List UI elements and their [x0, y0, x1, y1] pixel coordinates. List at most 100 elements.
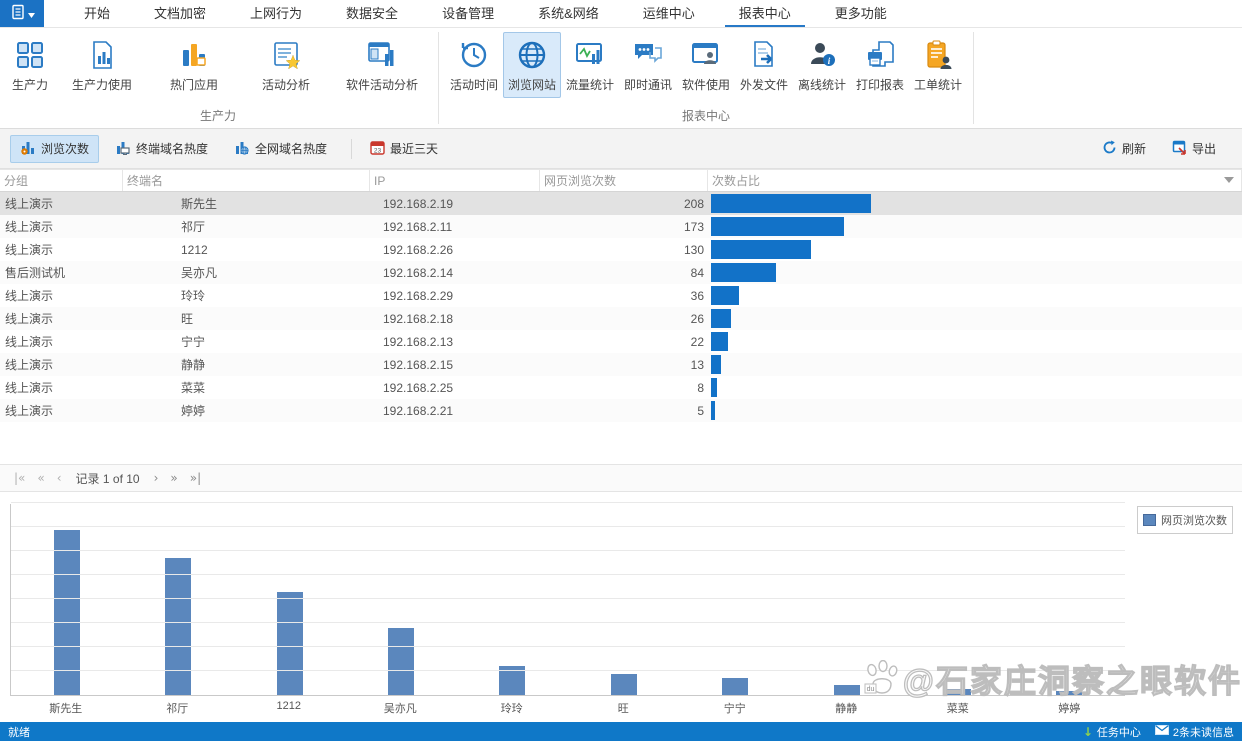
cell-terminal-name: 玲玲: [123, 284, 370, 307]
last-page-icon[interactable]: »|: [184, 471, 207, 485]
cell-terminal-name: 斯先生: [123, 192, 370, 215]
ribbon-item-label: 打印报表: [856, 76, 904, 93]
unread-messages-label: 2条未读信息: [1173, 724, 1234, 740]
ribbon-separator: [438, 32, 439, 124]
ribbon-item-activity-time[interactable]: 活动时间: [445, 32, 503, 98]
column-header-group[interactable]: 分组: [0, 170, 123, 191]
ribbon-item-software-activity-analysis[interactable]: 软件活动分析: [332, 32, 432, 98]
record-counter: 记录 1 of 10: [68, 470, 148, 487]
column-header-ratio[interactable]: 次数占比: [708, 170, 1242, 191]
unread-messages-button[interactable]: 2条未读信息: [1155, 724, 1234, 740]
ribbon-item-ticket-stats[interactable]: 工单统计: [909, 32, 967, 98]
ribbon-item-label: 浏览网站: [508, 76, 556, 93]
ribbon-item-label: 软件使用: [682, 76, 730, 93]
grid-rows: 线上演示 斯先生 192.168.2.19 208 线上演示 祁厅 192.16…: [0, 192, 1242, 422]
refresh-button[interactable]: 刷新: [1092, 135, 1156, 163]
ribbon-item-label: 生产力使用: [72, 76, 132, 93]
next-icon[interactable]: ›: [148, 471, 165, 485]
ribbon-group-label: 报表中心: [441, 105, 971, 128]
fast-prev-icon[interactable]: «: [31, 471, 50, 485]
ribbon-item-print-report[interactable]: 打印报表: [851, 32, 909, 98]
ribbon-item-offline-stats[interactable]: i 离线统计: [793, 32, 851, 98]
printer-icon: [865, 37, 895, 73]
clipboard-user-icon: [923, 37, 953, 73]
document-arrow-icon: [749, 37, 779, 73]
bars-monitor-icon: [115, 140, 131, 158]
app-menu-button[interactable]: [0, 0, 44, 27]
cell-ip: 192.168.2.15: [370, 353, 540, 376]
cell-terminal-name: 旺: [123, 307, 370, 330]
chart-bar: [388, 628, 414, 695]
menu-tab-3[interactable]: 上网行为: [236, 0, 316, 27]
table-row[interactable]: 线上演示 静静 192.168.2.15 13: [0, 353, 1242, 376]
ratio-bar: [711, 217, 844, 236]
menu-tab-4[interactable]: 数据安全: [332, 0, 412, 27]
table-row[interactable]: 线上演示 1212 192.168.2.26 130: [0, 238, 1242, 261]
task-center-button[interactable]: ↓ 任务中心: [1083, 724, 1141, 740]
table-row[interactable]: 线上演示 斯先生 192.168.2.19 208: [0, 192, 1242, 215]
ribbon-item-label: 软件活动分析: [346, 76, 418, 93]
ratio-bar: [711, 263, 776, 282]
ribbon-item-outgoing-files[interactable]: 外发文件: [735, 32, 793, 98]
ribbon-item-software-usage[interactable]: 软件使用: [677, 32, 735, 98]
ribbon-item-traffic-stats[interactable]: 流量统计: [561, 32, 619, 98]
document-star-icon: [271, 37, 301, 73]
view-button-terminal-domain-heat[interactable]: 终端域名热度: [105, 135, 218, 163]
view-button-global-domain-heat[interactable]: 全网域名热度: [224, 135, 337, 163]
menu-tab-5[interactable]: 设备管理: [428, 0, 508, 27]
gridline: [11, 502, 1125, 503]
first-page-icon[interactable]: |«: [8, 471, 31, 485]
ribbon-separator: [973, 32, 974, 124]
cell-ip: 192.168.2.18: [370, 307, 540, 330]
view-button-browse-count[interactable]: 浏览次数: [10, 135, 99, 163]
menu-tab-2[interactable]: 文档加密: [140, 0, 220, 27]
cell-ip: 192.168.2.29: [370, 284, 540, 307]
column-header-terminal[interactable]: 终端名: [123, 170, 370, 191]
date-range-button[interactable]: 23 最近三天: [360, 135, 448, 163]
column-header-count[interactable]: 网页浏览次数: [540, 170, 708, 191]
menu-tab-9[interactable]: 更多功能: [821, 0, 901, 27]
ribbon: 生产力 生产力使用 热门应用: [0, 28, 1242, 129]
table-row[interactable]: 线上演示 玲玲 192.168.2.29 36: [0, 284, 1242, 307]
export-button[interactable]: 导出: [1162, 135, 1226, 163]
table-row[interactable]: 线上演示 旺 192.168.2.18 26: [0, 307, 1242, 330]
document-menu-icon: [10, 4, 26, 23]
ribbon-item-productivity-usage[interactable]: 生产力使用: [56, 32, 148, 98]
ratio-bar: [711, 401, 715, 420]
cell-ip: 192.168.2.19: [370, 192, 540, 215]
menu-tab-1[interactable]: 开始: [70, 0, 124, 27]
cell-count: 5: [540, 399, 708, 422]
table-row[interactable]: 线上演示 菜菜 192.168.2.25 8: [0, 376, 1242, 399]
prev-icon[interactable]: ‹: [51, 471, 68, 485]
menu-tab-6[interactable]: 系统&网络: [524, 0, 613, 27]
table-row[interactable]: 售后测试机 吴亦凡 192.168.2.14 84: [0, 261, 1242, 284]
view-button-label: 终端域名热度: [136, 140, 208, 157]
ribbon-item-instant-messaging[interactable]: 即时通讯: [619, 32, 677, 98]
calendar-icon: 23: [370, 140, 385, 158]
ribbon-item-browse-websites[interactable]: 浏览网站: [503, 32, 561, 98]
cell-count: 130: [540, 238, 708, 261]
column-chooser-caret-icon[interactable]: [1224, 177, 1234, 183]
menu-tab-7[interactable]: 运维中心: [629, 0, 709, 27]
x-axis-label: 婷婷: [1014, 700, 1126, 716]
table-row[interactable]: 线上演示 宁宁 192.168.2.13 22: [0, 330, 1242, 353]
task-center-label: 任务中心: [1097, 724, 1141, 740]
view-button-label: 浏览次数: [41, 140, 89, 157]
ribbon-item-label: 离线统计: [798, 76, 846, 93]
ratio-bar: [711, 194, 871, 213]
ribbon-item-hot-apps[interactable]: 热门应用: [148, 32, 240, 98]
ribbon-item-label: 即时通讯: [624, 76, 672, 93]
chart-plot-area: [10, 504, 1125, 696]
x-axis-label: 玲玲: [456, 700, 568, 716]
menu-tab-8[interactable]: 报表中心: [725, 0, 805, 27]
globe-icon: [517, 37, 547, 73]
document-chart-icon: [87, 37, 117, 73]
column-header-ip[interactable]: IP: [370, 170, 540, 191]
ribbon-item-activity-analysis[interactable]: 活动分析: [240, 32, 332, 98]
view-button-label: 全网域名热度: [255, 140, 327, 157]
fast-next-icon[interactable]: »: [164, 471, 183, 485]
table-row[interactable]: 线上演示 祁厅 192.168.2.11 173: [0, 215, 1242, 238]
table-row[interactable]: 线上演示 婷婷 192.168.2.21 5: [0, 399, 1242, 422]
ribbon-item-productivity[interactable]: 生产力: [4, 32, 56, 98]
menu-tabs: 开始文档加密上网行为数据安全设备管理系统&网络运维中心报表中心更多功能: [62, 0, 909, 27]
